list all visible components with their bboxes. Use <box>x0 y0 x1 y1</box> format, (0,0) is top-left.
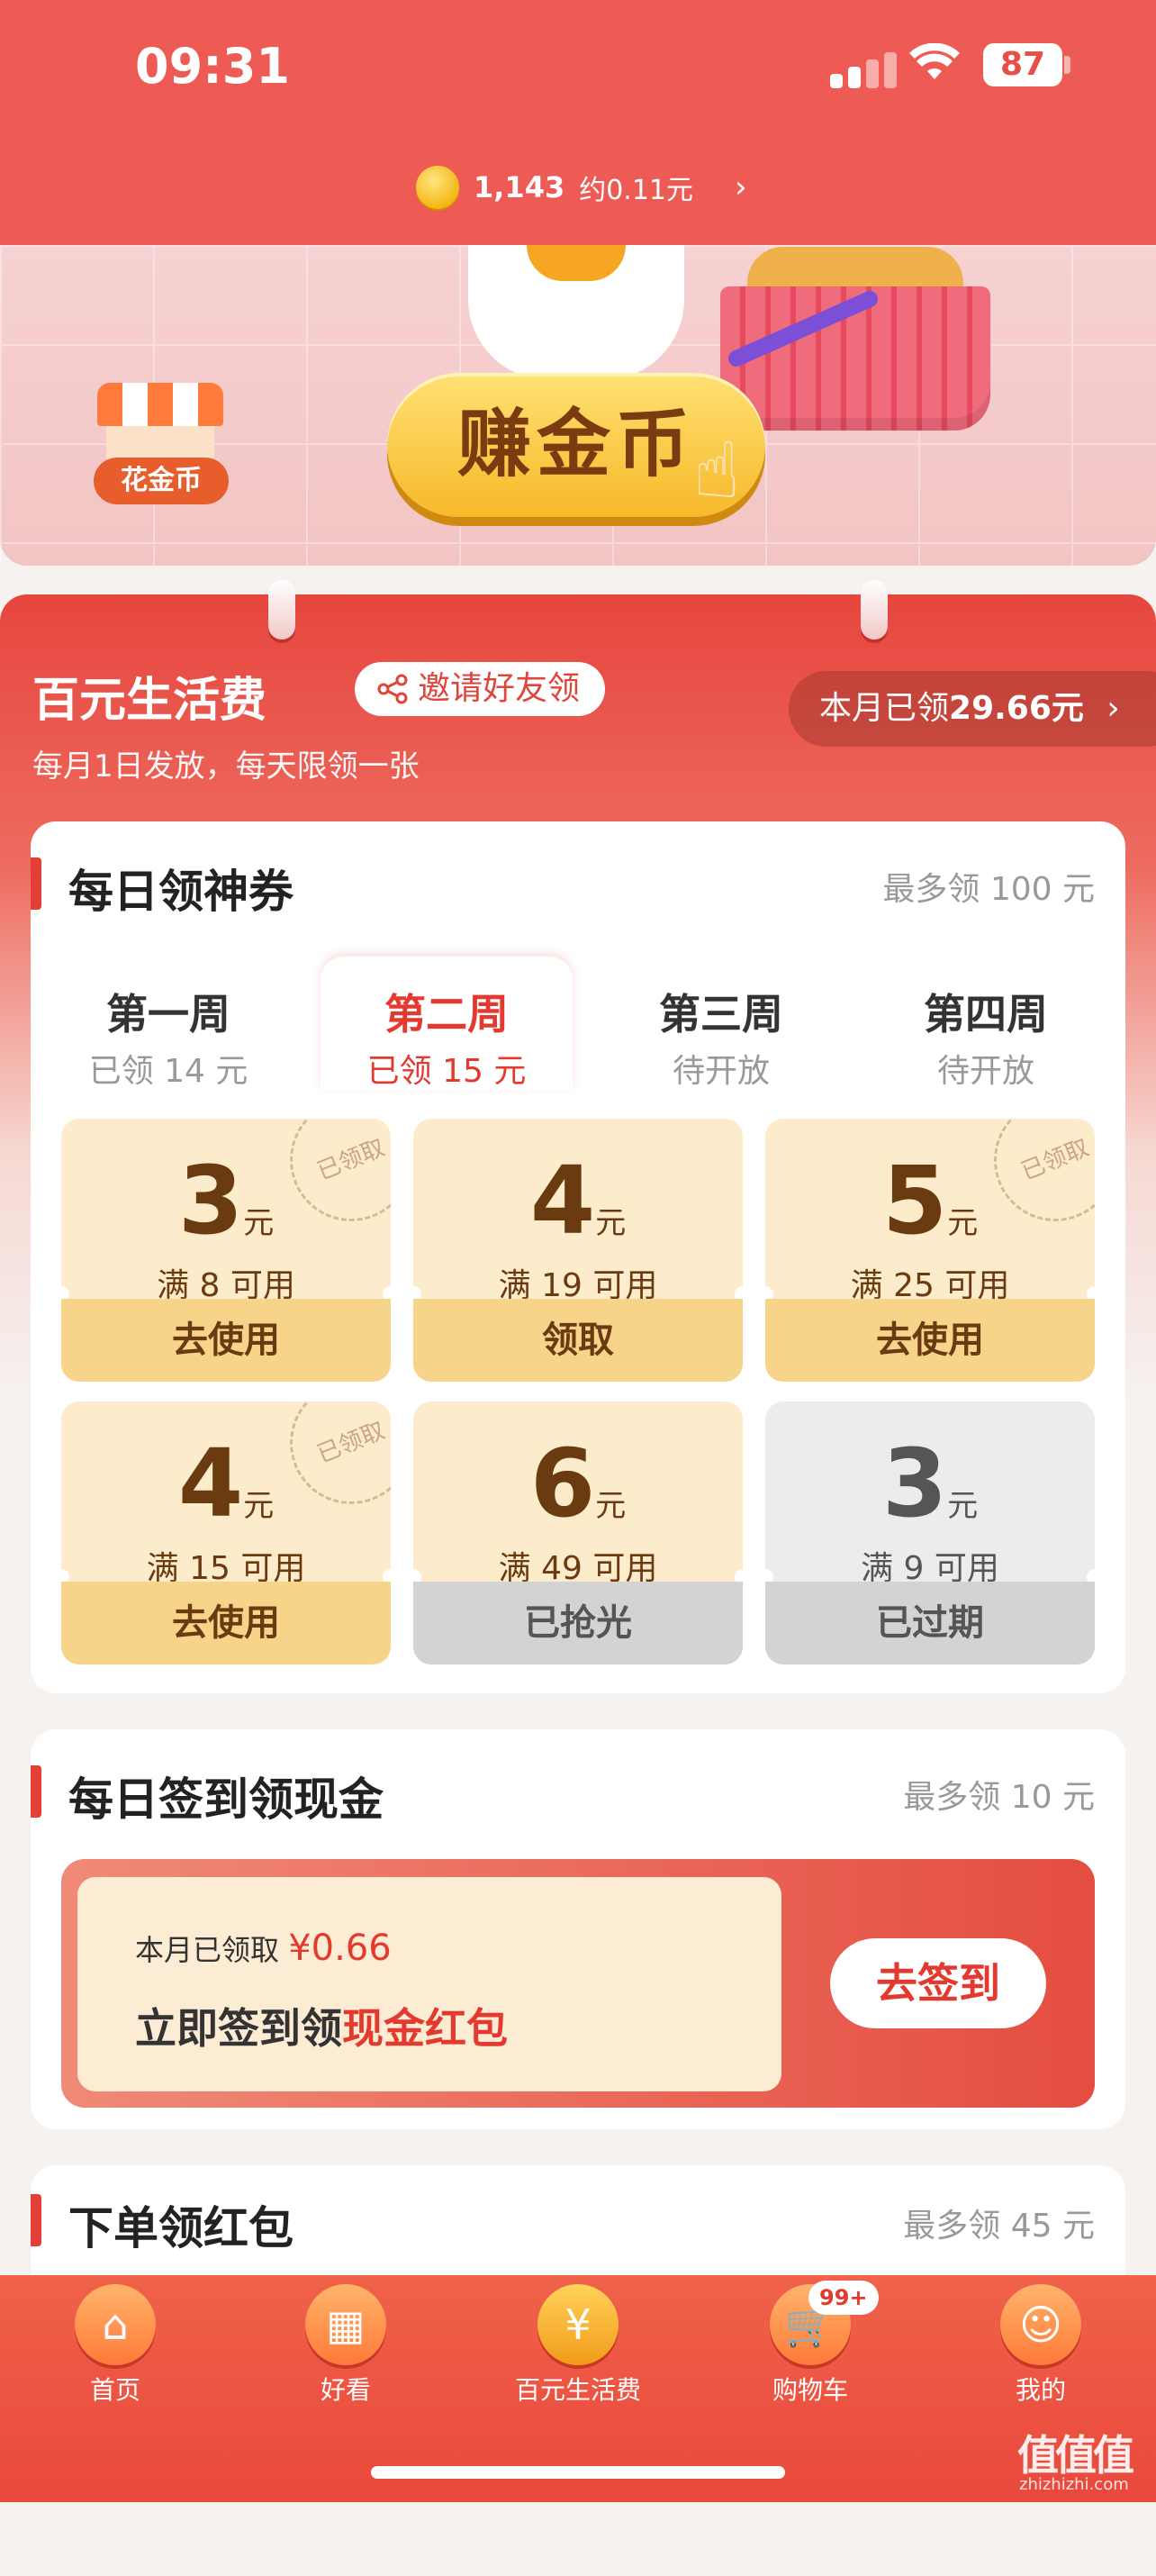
checkin-prompt-text: 立即签到领 <box>135 2004 342 2053</box>
checkin-prompt: 立即签到领现金红包 <box>135 1996 508 2055</box>
coupon-unit: 元 <box>595 1488 627 1524</box>
home-icon: ⌂ <box>75 2284 156 2365</box>
checkin-max: 最多领 10 元 <box>903 1779 1095 1816</box>
grid-icon: ▦ <box>305 2284 386 2365</box>
tab-week-4[interactable]: 第四周 待开放 <box>873 982 1098 1092</box>
invite-friends-button[interactable]: 邀请好友领 <box>355 662 606 716</box>
tab-week-3[interactable]: 第三周 待开放 <box>609 982 834 1092</box>
claim-coupon-button[interactable]: 领取 <box>413 1299 743 1382</box>
panel-title: 百元生活费 <box>32 674 267 728</box>
coupon-card[interactable]: 已领取 4元 满 15 可用 去使用 <box>61 1401 391 1664</box>
tab-haokan[interactable]: ▦ 好看 <box>256 2284 436 2407</box>
checkin-received-amount: ¥0.66 <box>288 1927 392 1969</box>
coupon-card[interactable]: 已领取 3元 满 8 可用 去使用 <box>61 1119 391 1382</box>
tab-week-1[interactable]: 第一周 已领 14 元 <box>56 982 281 1092</box>
coin-approx: 约0.11元 <box>579 175 694 206</box>
battery-cap <box>1064 56 1070 74</box>
coupon-card[interactable]: 4元 满 19 可用 领取 <box>413 1119 743 1382</box>
month-received-pill[interactable]: 本月已领29.66元 › <box>789 671 1156 747</box>
section-marker <box>31 857 41 910</box>
checkin-button[interactable]: 去签到 <box>830 1938 1046 2028</box>
coin-amount: 1,143 <box>474 170 565 204</box>
checkin-title: 每日签到领现金 <box>68 1773 384 1826</box>
cart-badge: 99+ <box>808 2281 879 2315</box>
chevron-right-icon: › <box>1106 690 1120 727</box>
coupon-unit: 元 <box>243 1205 275 1241</box>
tab-living-allowance[interactable]: ¥ 百元生活费 <box>488 2284 668 2407</box>
coupon-unit: 元 <box>947 1488 979 1524</box>
daily-coupon-title: 每日领神券 <box>68 866 294 918</box>
section-marker <box>31 1765 41 1818</box>
watermark-url: zhizhizhi.com <box>1019 2475 1129 2494</box>
cellular-signal-icon <box>830 52 897 88</box>
battery-indicator: 87 <box>983 43 1062 86</box>
coupon-card[interactable]: 已领取 5元 满 25 可用 去使用 <box>765 1119 1095 1382</box>
daily-coupon-max: 最多领 100 元 <box>882 871 1095 908</box>
use-coupon-button[interactable]: 去使用 <box>61 1582 391 1664</box>
tab-mine[interactable]: ☺ 我的 <box>951 2284 1131 2407</box>
coin-balance[interactable]: 1,143 约0.11元 › <box>416 162 747 213</box>
use-coupon-button[interactable]: 去使用 <box>61 1299 391 1382</box>
coupon-card[interactable]: 6元 满 49 可用 已抢光 <box>413 1401 743 1664</box>
coupon-amount: 3 <box>881 1429 948 1538</box>
checkin-received: 本月已领取 ¥0.66 <box>135 1927 392 1969</box>
month-received-amount: 29.66元 <box>949 690 1084 727</box>
panel-pin-left <box>268 580 295 639</box>
pointing-hand-icon: ☝ <box>693 426 741 516</box>
use-coupon-button[interactable]: 去使用 <box>765 1299 1095 1382</box>
coupon-amount: 4 <box>529 1146 596 1256</box>
coupon-amount: 6 <box>529 1429 596 1538</box>
watermark-logo: 值值值 <box>1017 2431 1134 2480</box>
tab-home[interactable]: ⌂ 首页 <box>25 2284 205 2407</box>
tab-week-2[interactable]: 第二周 已领 15 元 <box>321 957 573 1090</box>
expired-status: 已过期 <box>765 1582 1095 1664</box>
sold-out-status: 已抢光 <box>413 1582 743 1664</box>
share-icon <box>377 674 408 704</box>
spend-coins-button[interactable]: 花金币 <box>94 458 229 504</box>
chevron-right-icon: › <box>735 169 747 205</box>
status-time: 09:31 <box>135 38 290 95</box>
month-received-label: 本月已领 <box>819 690 950 727</box>
profile-icon: ☺ <box>1000 2284 1081 2365</box>
coupon-unit: 元 <box>947 1205 979 1241</box>
order-redpacket-max: 最多领 45 元 <box>903 2208 1095 2245</box>
yuan-coin-icon: ¥ <box>537 2284 619 2365</box>
home-indicator[interactable] <box>371 2466 785 2479</box>
panel-pin-right <box>861 580 888 639</box>
order-redpacket-title: 下单领红包 <box>68 2202 294 2254</box>
coupon-amount: 4 <box>177 1429 244 1538</box>
coupon-amount: 5 <box>881 1146 948 1256</box>
checkin-received-label: 本月已领取 <box>135 1933 280 1967</box>
panel-subtitle: 每月1日发放，每天限领一张 <box>32 748 420 785</box>
wifi-icon <box>909 42 960 91</box>
section-marker <box>31 2194 41 2246</box>
coupon-unit: 元 <box>595 1205 627 1241</box>
coupon-unit: 元 <box>243 1488 275 1524</box>
checkin-prompt-highlight: 现金红包 <box>342 2004 508 2053</box>
invite-label: 邀请好友领 <box>418 670 581 707</box>
coupon-amount: 3 <box>177 1146 244 1256</box>
checkin-info-box <box>77 1877 781 2091</box>
coupon-card: 3元 满 9 可用 已过期 <box>765 1401 1095 1664</box>
gold-coin-icon <box>416 166 459 209</box>
